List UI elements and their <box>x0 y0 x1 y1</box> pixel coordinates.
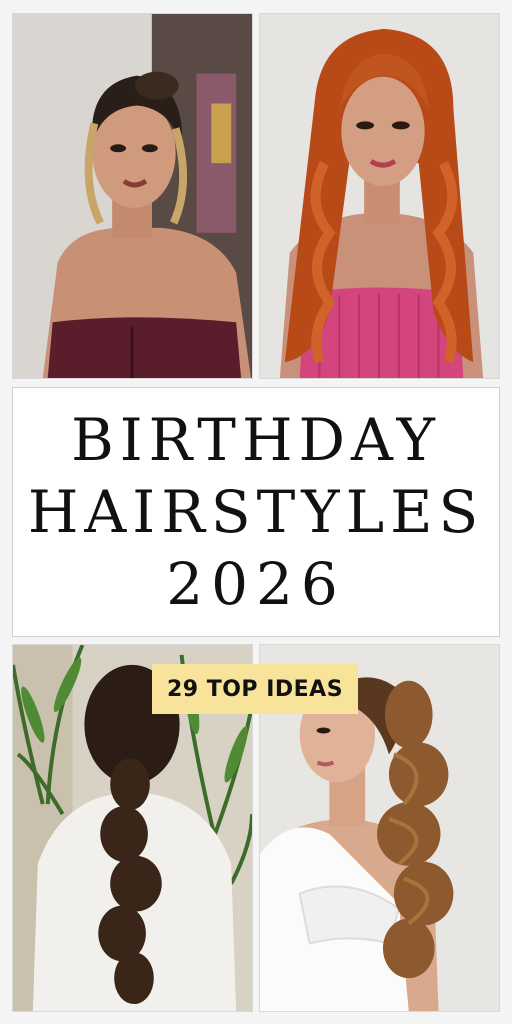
title-card: BIRTHDAY HAIRSTYLES 2026 <box>12 387 500 637</box>
title-line-2: HAIRSTYLES <box>27 478 485 546</box>
photo-updo-burgundy-top <box>12 13 253 379</box>
photo-red-curls-pink-top <box>259 13 500 379</box>
title-line-1: BIRTHDAY <box>71 406 441 474</box>
photo-red-curls-illustration <box>260 14 499 378</box>
photo-updo-illustration <box>13 14 252 378</box>
top-ideas-badge: 29 TOP IDEAS <box>152 664 358 714</box>
title-year: 2026 <box>166 550 346 618</box>
